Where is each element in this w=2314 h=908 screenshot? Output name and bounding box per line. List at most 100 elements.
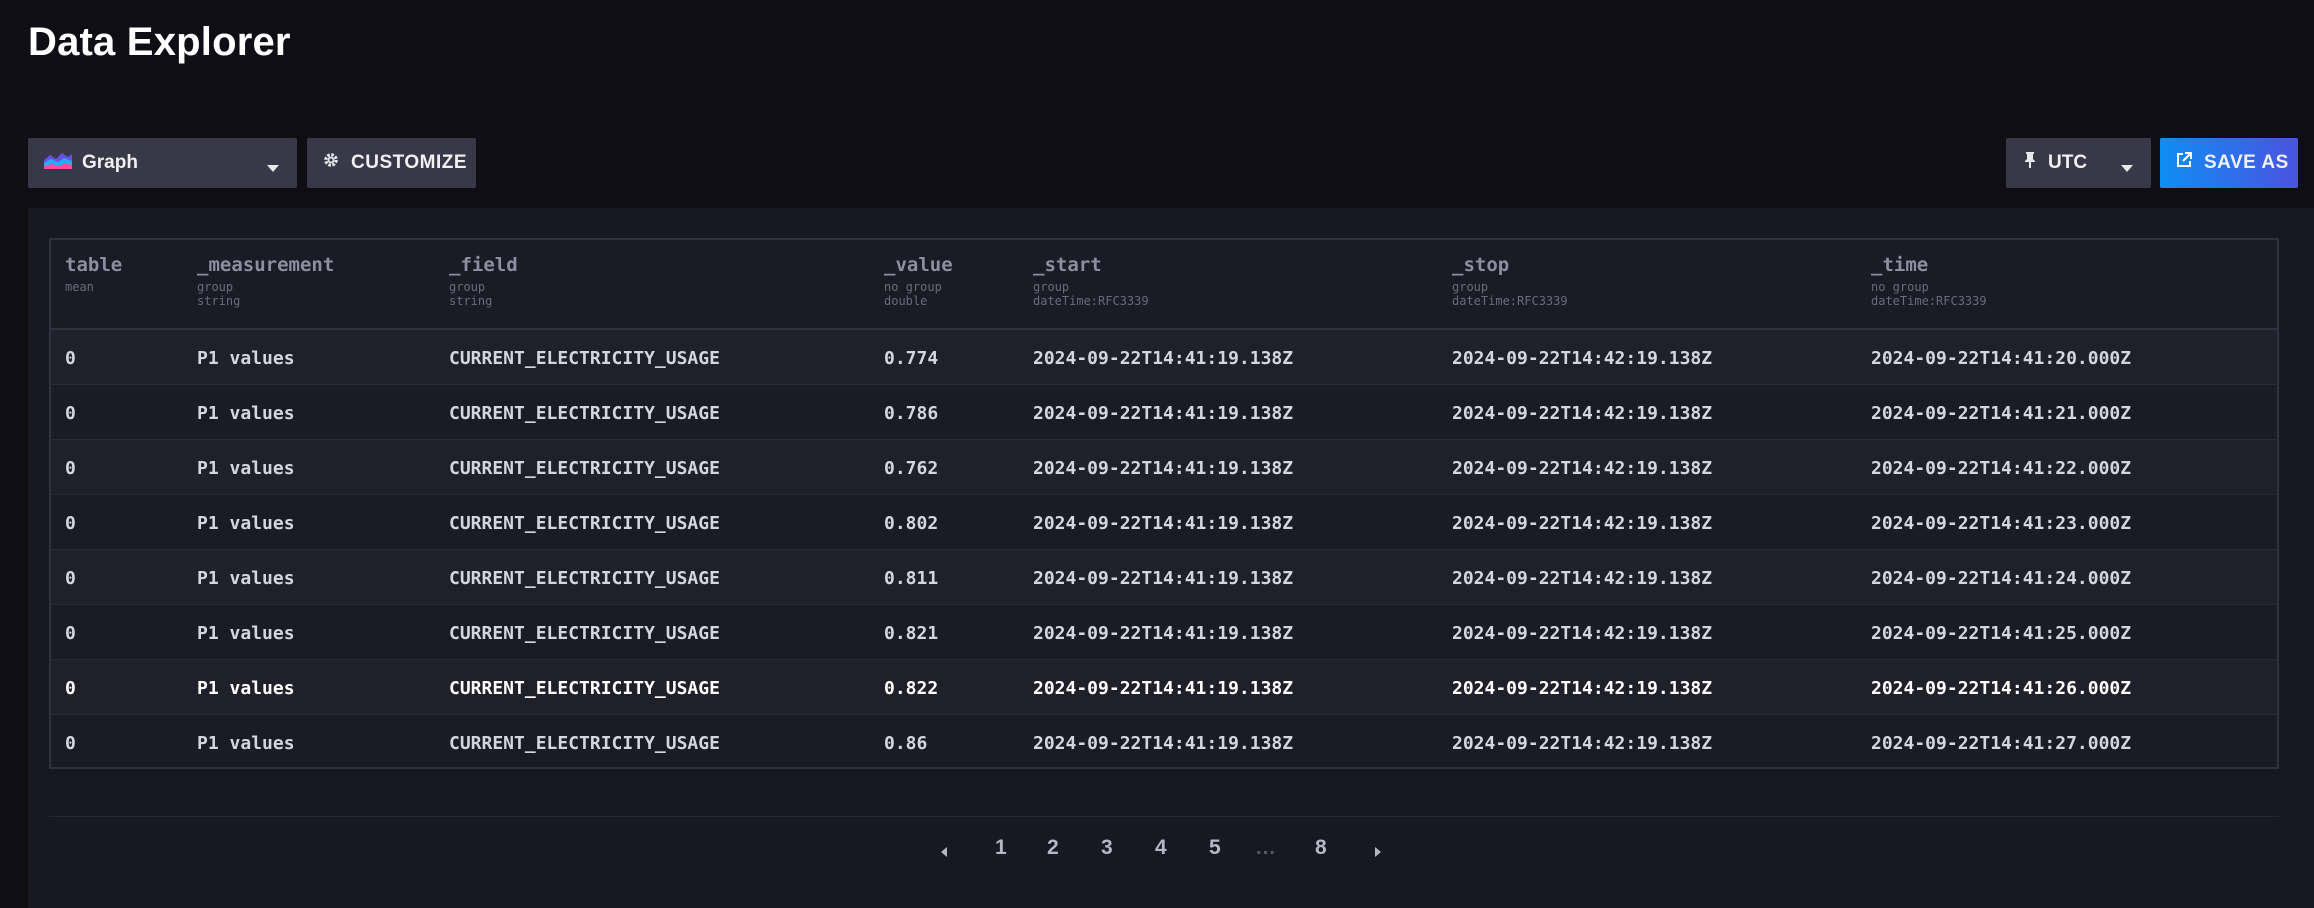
next-page-icon[interactable] [1374, 840, 1382, 864]
cell-start: 2024-09-22T14:41:19.138Z [1033, 458, 1294, 479]
column-header-time[interactable]: _time no group dateTime:RFC3339 [1871, 254, 1987, 308]
cell-stop: 2024-09-22T14:42:19.138Z [1452, 458, 1713, 479]
cell-time: 2024-09-22T14:41:25.000Z [1871, 623, 2132, 644]
cell-value: 0.86 [884, 733, 928, 754]
view-type-label: Graph [82, 152, 138, 173]
cell-time: 2024-09-22T14:41:21.000Z [1871, 403, 2132, 424]
cell-field: CURRENT_ELECTRICITY_USAGE [449, 458, 720, 479]
cell-measurement: P1 values [197, 678, 295, 699]
cell-measurement: P1 values [197, 403, 295, 424]
column-header-value[interactable]: _value no group double [884, 254, 953, 308]
cell-start: 2024-09-22T14:41:19.138Z [1033, 623, 1294, 644]
table-row-highlighted: 0 P1 values CURRENT_ELECTRICITY_USAGE 0.… [51, 660, 2277, 715]
cell-time: 2024-09-22T14:41:23.000Z [1871, 513, 2132, 534]
cell-value: 0.802 [884, 513, 939, 534]
view-type-dropdown[interactable]: Graph [28, 138, 297, 188]
cell-measurement: P1 values [197, 568, 295, 589]
table-header: table mean _measurement group string _fi… [51, 240, 2277, 330]
cell-stop: 2024-09-22T14:42:19.138Z [1452, 513, 1713, 534]
pagination-ellipsis: … [1255, 836, 1276, 859]
cell-table: 0 [65, 513, 76, 534]
cell-start: 2024-09-22T14:41:19.138Z [1033, 678, 1294, 699]
timezone-dropdown[interactable]: UTC [2006, 138, 2151, 188]
column-header-table[interactable]: table mean [65, 254, 122, 294]
table-row: 0 P1 values CURRENT_ELECTRICITY_USAGE 0.… [51, 440, 2277, 495]
graph-icon [44, 151, 72, 175]
divider [49, 816, 2279, 817]
table-row: 0 P1 values CURRENT_ELECTRICITY_USAGE 0.… [51, 385, 2277, 440]
export-icon [2176, 152, 2192, 174]
cell-table: 0 [65, 623, 76, 644]
cell-measurement: P1 values [197, 348, 295, 369]
cell-start: 2024-09-22T14:41:19.138Z [1033, 403, 1294, 424]
page-1-button[interactable]: 1 [995, 836, 1007, 860]
column-header-start[interactable]: _start group dateTime:RFC3339 [1033, 254, 1149, 308]
table-row: 0 P1 values CURRENT_ELECTRICITY_USAGE 0.… [51, 495, 2277, 550]
cell-start: 2024-09-22T14:41:19.138Z [1033, 733, 1294, 754]
cell-stop: 2024-09-22T14:42:19.138Z [1452, 623, 1713, 644]
page-4-button[interactable]: 4 [1155, 836, 1167, 860]
timezone-label: UTC [2048, 152, 2088, 173]
toolbar: Graph CUSTOMIZE UTC SAVE AS [28, 138, 2298, 188]
save-as-label: SAVE AS [2204, 152, 2289, 173]
cell-stop: 2024-09-22T14:42:19.138Z [1452, 678, 1713, 699]
cell-value: 0.762 [884, 458, 939, 479]
cell-stop: 2024-09-22T14:42:19.138Z [1452, 348, 1713, 369]
column-header-stop[interactable]: _stop group dateTime:RFC3339 [1452, 254, 1568, 308]
results-table: table mean _measurement group string _fi… [49, 238, 2279, 769]
page-8-button[interactable]: 8 [1315, 836, 1327, 860]
pin-icon [2024, 152, 2036, 174]
cell-table: 0 [65, 348, 76, 369]
cell-start: 2024-09-22T14:41:19.138Z [1033, 348, 1294, 369]
cell-field: CURRENT_ELECTRICITY_USAGE [449, 403, 720, 424]
cell-measurement: P1 values [197, 623, 295, 644]
gear-icon [323, 152, 339, 174]
cell-time: 2024-09-22T14:41:20.000Z [1871, 348, 2132, 369]
cell-time: 2024-09-22T14:41:22.000Z [1871, 458, 2132, 479]
page-5-button[interactable]: 5 [1209, 836, 1221, 860]
cell-time: 2024-09-22T14:41:26.000Z [1871, 678, 2132, 699]
pagination: 1 2 3 4 5 … 8 [28, 836, 2314, 866]
customize-label: CUSTOMIZE [351, 152, 468, 173]
previous-page-icon[interactable] [940, 840, 948, 864]
cell-value: 0.786 [884, 403, 939, 424]
chevron-down-icon [267, 157, 279, 179]
page-2-button[interactable]: 2 [1047, 836, 1059, 860]
cell-value: 0.774 [884, 348, 939, 369]
cell-time: 2024-09-22T14:41:27.000Z [1871, 733, 2132, 754]
cell-stop: 2024-09-22T14:42:19.138Z [1452, 403, 1713, 424]
page-3-button[interactable]: 3 [1101, 836, 1113, 860]
save-as-button[interactable]: SAVE AS [2160, 138, 2298, 188]
table-row: 0 P1 values CURRENT_ELECTRICITY_USAGE 0.… [51, 550, 2277, 605]
cell-table: 0 [65, 458, 76, 479]
results-panel: table mean _measurement group string _fi… [28, 208, 2314, 908]
cell-stop: 2024-09-22T14:42:19.138Z [1452, 733, 1713, 754]
column-header-field[interactable]: _field group string [449, 254, 518, 308]
customize-button[interactable]: CUSTOMIZE [307, 138, 476, 188]
cell-measurement: P1 values [197, 513, 295, 534]
cell-table: 0 [65, 678, 76, 699]
cell-stop: 2024-09-22T14:42:19.138Z [1452, 568, 1713, 589]
cell-value: 0.821 [884, 623, 939, 644]
cell-field: CURRENT_ELECTRICITY_USAGE [449, 513, 720, 534]
cell-start: 2024-09-22T14:41:19.138Z [1033, 568, 1294, 589]
cell-start: 2024-09-22T14:41:19.138Z [1033, 513, 1294, 534]
table-row: 0 P1 values CURRENT_ELECTRICITY_USAGE 0.… [51, 605, 2277, 660]
cell-field: CURRENT_ELECTRICITY_USAGE [449, 623, 720, 644]
cell-field: CURRENT_ELECTRICITY_USAGE [449, 733, 720, 754]
table-row: 0 P1 values CURRENT_ELECTRICITY_USAGE 0.… [51, 330, 2277, 385]
cell-value: 0.811 [884, 568, 939, 589]
cell-measurement: P1 values [197, 733, 295, 754]
cell-field: CURRENT_ELECTRICITY_USAGE [449, 568, 720, 589]
cell-value: 0.822 [884, 678, 939, 699]
cell-table: 0 [65, 403, 76, 424]
cell-table: 0 [65, 733, 76, 754]
cell-time: 2024-09-22T14:41:24.000Z [1871, 568, 2132, 589]
cell-table: 0 [65, 568, 76, 589]
cell-measurement: P1 values [197, 458, 295, 479]
cell-field: CURRENT_ELECTRICITY_USAGE [449, 678, 720, 699]
table-row: 0 P1 values CURRENT_ELECTRICITY_USAGE 0.… [51, 715, 2277, 770]
column-header-measurement[interactable]: _measurement group string [197, 254, 334, 308]
page-title: Data Explorer [28, 20, 291, 64]
cell-field: CURRENT_ELECTRICITY_USAGE [449, 348, 720, 369]
